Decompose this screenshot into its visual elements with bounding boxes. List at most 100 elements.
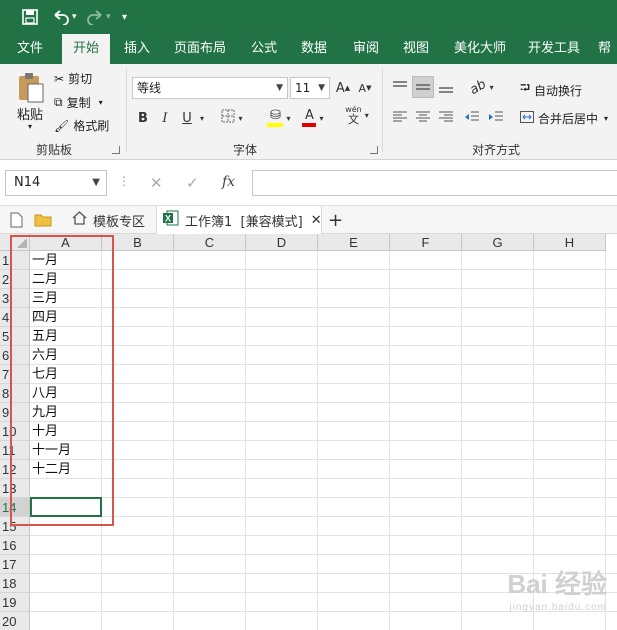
title-bar: ▾ ▾ ▾: [0, 0, 617, 34]
font-name-select[interactable]: 等线 ▼: [132, 77, 288, 99]
column-header-c[interactable]: C: [174, 234, 246, 251]
fill-color-button[interactable]: ⛁ ▾: [264, 107, 294, 129]
clipboard-launcher-icon[interactable]: [112, 146, 120, 154]
orientation-button[interactable]: ab ▾: [466, 76, 498, 98]
tab-template-zone[interactable]: 模板专区: [64, 206, 153, 234]
home-icon: [72, 211, 87, 229]
gridline: [30, 307, 617, 308]
align-middle-icon[interactable]: [412, 76, 434, 98]
tab-home[interactable]: 开始: [62, 34, 110, 64]
font-color-button[interactable]: A ▾: [298, 107, 328, 129]
undo-icon[interactable]: ▾: [52, 6, 77, 28]
ribbon: 粘贴 ▾ ✂ 剪切 ⧉ 复制 ▾ 🖌 格式刷 剪贴板 等线 ▼ 11 ▼ A ▲ A ▼…: [0, 64, 617, 160]
phonetic-button[interactable]: wén 文 ▾: [340, 104, 374, 126]
cancel-icon[interactable]: ✕: [150, 174, 163, 192]
align-center-icon[interactable]: [412, 106, 434, 128]
excel-icon: X: [163, 210, 179, 230]
merge-center-button[interactable]: 合并后居中 ▾: [520, 110, 608, 127]
watermark-logo: Bai 经验 jingyan.baidu.com: [507, 569, 607, 613]
align-left-icon[interactable]: [390, 106, 410, 128]
column-header-g[interactable]: G: [462, 234, 534, 251]
border-button[interactable]: ▾: [218, 107, 246, 129]
row-header[interactable]: 19: [0, 593, 30, 612]
column-header-e[interactable]: E: [318, 234, 390, 251]
tab-data[interactable]: 数据: [294, 34, 334, 64]
chevron-down-icon: ▾: [319, 113, 324, 123]
font-launcher-icon[interactable]: [370, 146, 378, 154]
bold-button[interactable]: B: [136, 107, 150, 129]
column-header-h[interactable]: H: [534, 234, 606, 251]
tab-insert[interactable]: 插入: [116, 34, 158, 64]
format-painter-button[interactable]: 🖌 格式刷: [54, 117, 109, 134]
tab-workbook[interactable]: X 工作簿1 [兼容模式] ✕: [156, 206, 322, 234]
grow-font-button[interactable]: A ▲: [334, 77, 352, 99]
name-box[interactable]: N14 ▼: [5, 170, 107, 196]
tab-page-layout[interactable]: 页面布局: [168, 34, 232, 64]
cut-button[interactable]: ✂ 剪切: [54, 70, 92, 87]
tab-file[interactable]: 文件: [8, 34, 52, 64]
tab-review[interactable]: 审阅: [346, 34, 386, 64]
ribbon-tabs: 文件 开始 插入 页面布局 公式 数据 审阅 视图 美化大师 开发工具 帮: [0, 34, 617, 64]
increase-indent-icon[interactable]: [486, 106, 506, 128]
add-tab-button[interactable]: +: [328, 206, 343, 234]
gridline: [30, 345, 617, 346]
align-right-icon[interactable]: [436, 106, 456, 128]
wrap-text-button[interactable]: ⮒ 自动换行: [520, 79, 582, 101]
chevron-down-icon: ▾: [364, 110, 369, 120]
border-icon: [221, 109, 235, 127]
row-header[interactable]: 20: [0, 612, 30, 630]
column-header-f[interactable]: F: [390, 234, 462, 251]
gridline: [30, 497, 617, 498]
more-options-icon: ⋮: [118, 174, 130, 188]
svg-text:X: X: [165, 214, 171, 224]
redo-icon[interactable]: ▾: [86, 6, 111, 28]
align-top-icon[interactable]: [390, 76, 410, 98]
formula-input[interactable]: [252, 170, 617, 196]
wrap-text-icon: ⮒: [520, 81, 531, 96]
gridline: [30, 421, 617, 422]
paste-button[interactable]: 粘贴: [17, 104, 43, 123]
insert-function-button[interactable]: fx: [222, 174, 235, 190]
copy-button[interactable]: ⧉ 复制 ▾: [54, 94, 103, 111]
column-header-d[interactable]: D: [246, 234, 318, 251]
row-header[interactable]: 16: [0, 536, 30, 555]
gridline: [30, 535, 617, 536]
formula-bar: N14 ▼ ⋮ ✕ ✓ fx: [0, 160, 617, 206]
check-icon[interactable]: ✓: [186, 174, 199, 192]
close-icon[interactable]: ✕: [311, 213, 322, 228]
font-size-select[interactable]: 11 ▼: [290, 77, 330, 99]
row-header[interactable]: 18: [0, 574, 30, 593]
chevron-down-icon: ▾: [238, 113, 243, 123]
paste-dropdown-icon[interactable]: ▾: [28, 122, 32, 131]
chevron-down-icon: ▼: [92, 177, 100, 188]
align-bottom-icon[interactable]: [436, 76, 456, 98]
chevron-down-icon: ▾: [286, 113, 291, 123]
tab-help[interactable]: 帮: [598, 34, 617, 64]
open-folder-icon[interactable]: [34, 206, 52, 234]
chevron-down-icon: ▼: [318, 83, 325, 93]
paste-icon[interactable]: [16, 72, 46, 104]
new-document-icon[interactable]: [10, 206, 23, 234]
chevron-down-icon: ▾: [604, 114, 609, 123]
divider: [126, 68, 127, 152]
tab-view[interactable]: 视图: [396, 34, 436, 64]
underline-dropdown-icon[interactable]: ▾: [196, 107, 208, 129]
row-header[interactable]: 17: [0, 555, 30, 574]
brush-icon: 🖌: [54, 118, 70, 133]
paint-bucket-icon: ⛁: [267, 109, 284, 127]
chevron-down-icon: ▾: [98, 98, 103, 107]
decrease-indent-icon[interactable]: [462, 106, 482, 128]
tab-developer[interactable]: 开发工具: [522, 34, 586, 64]
gridline: [30, 440, 617, 441]
save-icon[interactable]: [22, 6, 38, 28]
customize-qa-icon[interactable]: ▾: [122, 6, 127, 28]
tab-formulas[interactable]: 公式: [244, 34, 284, 64]
text-orientation-icon: ab: [467, 76, 490, 98]
clipboard-group-label: 剪贴板: [36, 143, 73, 157]
italic-button[interactable]: I: [158, 107, 172, 129]
tab-beautify[interactable]: 美化大师: [448, 34, 512, 64]
gridline: [30, 554, 617, 555]
document-tabs: 模板专区 X 工作簿1 [兼容模式] ✕ +: [0, 206, 617, 234]
shrink-font-button[interactable]: A ▼: [356, 77, 374, 99]
underline-button[interactable]: U: [180, 107, 194, 129]
